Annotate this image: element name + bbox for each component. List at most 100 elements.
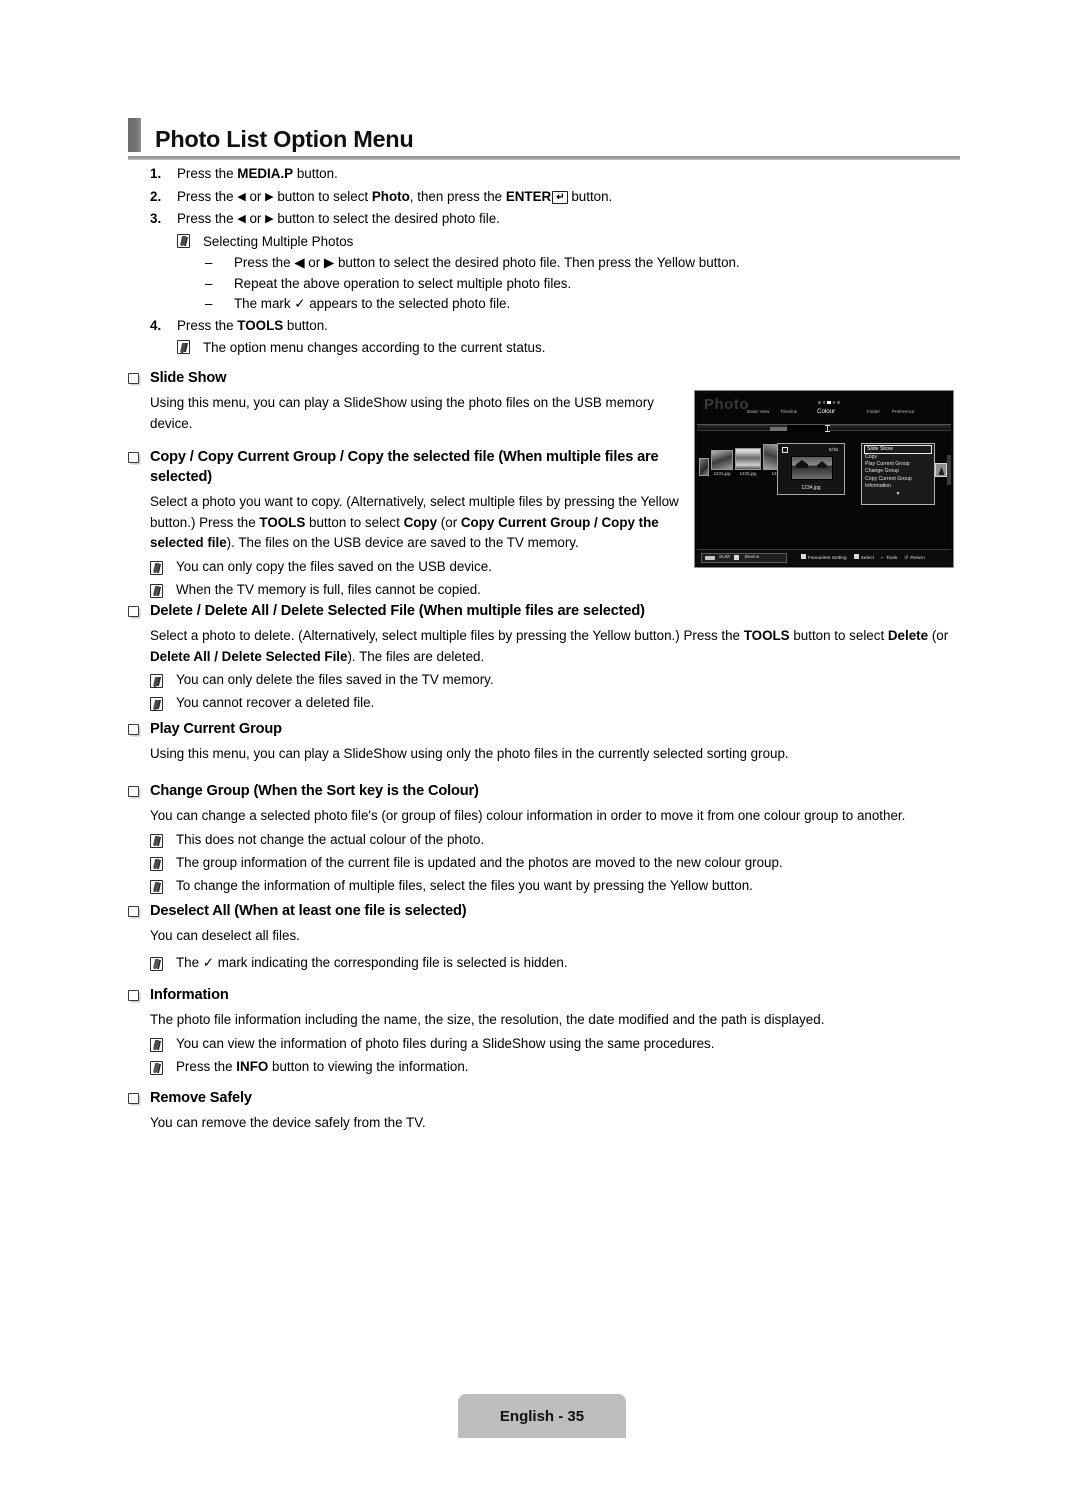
step-text: Press the TOOLS button. bbox=[177, 317, 328, 333]
thumbnail-item[interactable]: 1231.jpg bbox=[711, 450, 733, 476]
tv-screenshot-figure: Photo Basic View Timeline Colour Folder … bbox=[694, 390, 954, 568]
thumbnail-partial[interactable] bbox=[699, 458, 709, 476]
action-select[interactable]: Select bbox=[853, 554, 874, 561]
heading-divider bbox=[128, 156, 960, 160]
note-line: To change the information of multiple fi… bbox=[150, 875, 960, 898]
tv-scrollbar[interactable] bbox=[697, 424, 951, 432]
action-return[interactable]: ↺ Return bbox=[904, 555, 925, 561]
menu-item-slide-show[interactable]: Slide Show bbox=[864, 445, 932, 454]
tab-preference[interactable]: Preference bbox=[892, 409, 914, 414]
section-title: Remove Safely bbox=[150, 1090, 252, 1106]
note-icon bbox=[150, 875, 176, 898]
note-text: You can only copy the files saved on the… bbox=[176, 558, 492, 574]
scroll-down-arrow-icon[interactable]: ▼ bbox=[862, 491, 934, 498]
menu-item-play-current-group[interactable]: Play Current Group bbox=[862, 461, 934, 468]
section-notes: This does not change the actual colour o… bbox=[150, 829, 960, 898]
section-change-group: Change Group (When the Sort key is the C… bbox=[128, 781, 960, 898]
dash-bullet: – bbox=[205, 296, 213, 312]
tv-footer-actions: Favourites Setting Select ⌐ Tools ↺ Return bbox=[801, 554, 925, 561]
note-line: You can view the information of photo fi… bbox=[150, 1033, 960, 1056]
tab-basic-view[interactable]: Basic View bbox=[747, 409, 769, 414]
page-header: Photo List Option Menu bbox=[128, 118, 960, 160]
step-number: 1. bbox=[150, 166, 162, 181]
note-text: The option menu changes according to the… bbox=[203, 340, 546, 356]
heading-marker bbox=[128, 118, 141, 152]
note-text: Selecting Multiple Photos bbox=[203, 233, 354, 249]
manual-page: Photo List Option Menu 1. Press the MEDI… bbox=[0, 0, 1080, 1488]
section-title: Information bbox=[150, 987, 229, 1003]
section-body: Select a photo you want to copy. (Altern… bbox=[150, 494, 679, 550]
tv-page-dots bbox=[818, 400, 840, 404]
square-icon bbox=[733, 555, 739, 560]
scrollbar-handle[interactable] bbox=[770, 426, 787, 431]
right-arrow-icon: ▶ bbox=[265, 190, 274, 203]
selection-checkbox[interactable] bbox=[782, 447, 788, 453]
device-label: Device bbox=[744, 555, 760, 560]
section-title: Change Group (When the Sort key is the C… bbox=[150, 783, 479, 799]
section-notes: You can only delete the files saved in t… bbox=[150, 669, 960, 715]
step-3-note: Selecting Multiple Photos bbox=[177, 231, 950, 254]
enter-key-icon: ↵ bbox=[552, 190, 568, 204]
section-title: Deselect All (When at least one file is … bbox=[150, 903, 467, 919]
note-text: The group information of the current fil… bbox=[176, 854, 783, 870]
step-2: 2. Press the ◀ or ▶ button to select Pho… bbox=[150, 186, 950, 209]
list-item: – Repeat the above operation to select m… bbox=[205, 274, 950, 295]
info-keyword: INFO bbox=[236, 1058, 269, 1074]
return-icon: ↺ bbox=[904, 554, 909, 561]
action-tools[interactable]: ⌐ Tools bbox=[881, 555, 897, 561]
thumbnail-item[interactable]: 1232.jpg bbox=[735, 448, 761, 476]
scrollbar-caret-icon bbox=[825, 425, 830, 432]
step-number: 2. bbox=[150, 188, 162, 204]
tab-timeline[interactable]: Timeline bbox=[780, 409, 797, 414]
note-text: You cannot recover a deleted file. bbox=[176, 695, 375, 710]
left-arrow-icon: ◀ bbox=[237, 213, 246, 226]
section-notes: You can only copy the files saved on the… bbox=[150, 556, 688, 602]
selected-photo-card[interactable]: 5/15 1234.jpg bbox=[777, 443, 845, 495]
step-4-note: The option menu changes according to the… bbox=[177, 337, 950, 360]
section-bullet-icon bbox=[128, 373, 139, 384]
menu-item-copy[interactable]: Copy bbox=[862, 454, 934, 461]
square-icon bbox=[853, 554, 859, 559]
section-body: You can change a selected photo file's (… bbox=[150, 808, 906, 823]
note-text: To change the information of multiple fi… bbox=[176, 877, 753, 893]
note-line: This does not change the actual colour o… bbox=[150, 829, 960, 852]
note-text: You can view the information of photo fi… bbox=[176, 1035, 715, 1051]
note-line: You can only copy the files saved on the… bbox=[150, 556, 688, 579]
note-icon bbox=[150, 1033, 176, 1056]
photo-counter: 5/15 bbox=[829, 446, 838, 452]
note-icon bbox=[150, 1056, 176, 1079]
section-title: Play Current Group bbox=[150, 721, 282, 737]
menu-item-copy-current-group[interactable]: Copy Current Group bbox=[862, 476, 934, 483]
section-slide-show: Slide Show Using this menu, you can play… bbox=[128, 368, 688, 434]
action-favourites-setting[interactable]: Favourites Setting bbox=[801, 554, 847, 561]
section-title: Slide Show bbox=[150, 370, 227, 386]
left-arrow-icon: ◀ bbox=[237, 190, 246, 203]
section-notes: You can view the information of photo fi… bbox=[150, 1033, 960, 1079]
note-icon bbox=[150, 669, 176, 692]
thumbnail-image bbox=[699, 458, 709, 476]
section-title: Delete / Delete All / Delete Selected Fi… bbox=[150, 603, 645, 619]
tv-footer-bar: SUM Device Favourites Setting Select ⌐ To… bbox=[697, 549, 951, 565]
section-bullet-icon bbox=[128, 452, 139, 463]
note-icon bbox=[150, 579, 176, 602]
section-play-current-group: Play Current Group Using this menu, you … bbox=[128, 719, 960, 765]
tab-colour[interactable]: Colour bbox=[817, 408, 835, 415]
dot-active bbox=[827, 400, 831, 404]
section-copy: Copy / Copy Current Group / Copy the sel… bbox=[128, 447, 688, 602]
folder-thumbnail-icon[interactable] bbox=[935, 463, 947, 477]
thumbnail-image bbox=[711, 450, 733, 470]
note-line: The group information of the current fil… bbox=[150, 852, 960, 875]
tools-option-menu[interactable]: Slide Show Copy Play Current Group Chang… bbox=[861, 443, 935, 505]
tv-tabbar: Basic View Timeline Colour Folder Prefer… bbox=[747, 408, 947, 419]
tab-folder[interactable]: Folder bbox=[867, 409, 880, 414]
menu-item-change-group[interactable]: Change Group bbox=[862, 468, 934, 475]
step-3-sublist: – Press the ◀ or ▶ button to select the … bbox=[205, 253, 950, 315]
note-icon bbox=[150, 556, 176, 579]
section-title: Copy / Copy Current Group / Copy the sel… bbox=[150, 449, 659, 485]
section-body: Using this menu, you can play a SlideSho… bbox=[150, 746, 789, 761]
device-selector[interactable]: SUM Device bbox=[701, 552, 787, 563]
step-number: 4. bbox=[150, 317, 162, 333]
square-icon bbox=[801, 554, 806, 559]
tv-app-title: Photo bbox=[704, 396, 749, 413]
menu-item-information[interactable]: Information bbox=[862, 483, 934, 490]
